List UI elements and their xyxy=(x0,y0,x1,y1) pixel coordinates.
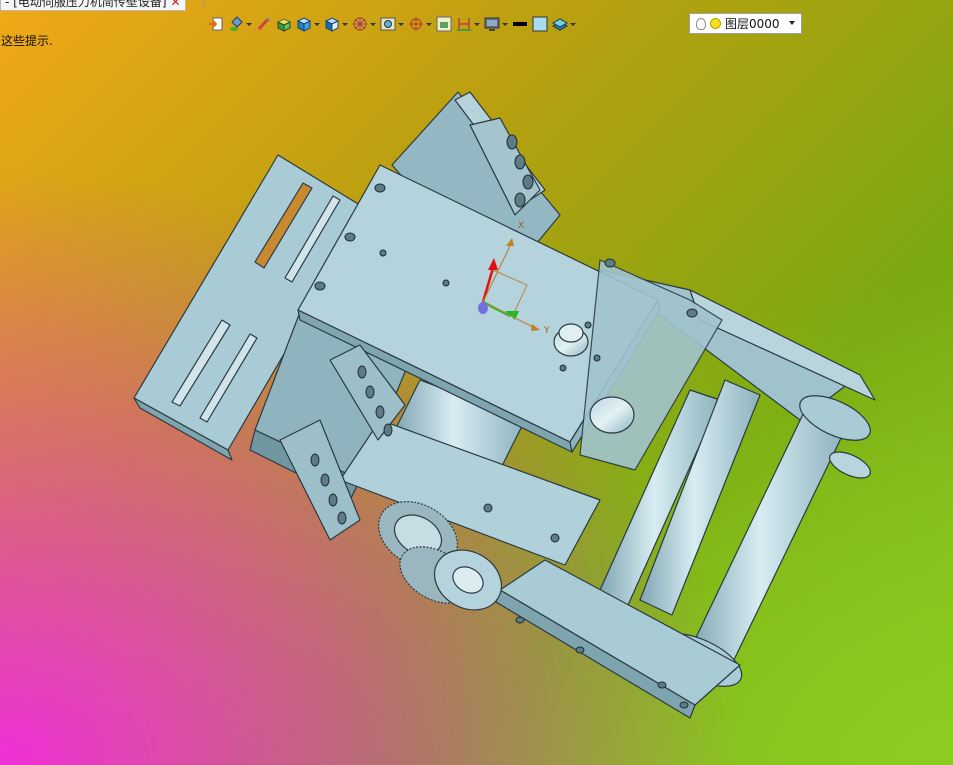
bearing-housing xyxy=(589,396,635,434)
frame-view-icon xyxy=(380,16,396,32)
chevron-down-icon[interactable] xyxy=(474,22,480,26)
cube-icon xyxy=(296,16,312,32)
chevron-down-icon[interactable] xyxy=(502,22,508,26)
wheel-icon xyxy=(352,16,368,32)
chevron-down-icon[interactable] xyxy=(426,22,432,26)
view-toolbar xyxy=(208,13,580,35)
chevron-down-icon[interactable] xyxy=(398,22,404,26)
layers-icon xyxy=(551,16,569,32)
sun-icon[interactable] xyxy=(710,18,721,29)
chevron-down-icon[interactable] xyxy=(789,21,795,25)
tb-wheel[interactable] xyxy=(352,13,376,35)
tb-axis[interactable] xyxy=(408,13,432,35)
tb-measure[interactable] xyxy=(456,13,480,35)
brush-icon xyxy=(256,16,272,32)
tb-import[interactable] xyxy=(208,13,224,35)
tb-solid[interactable] xyxy=(276,13,292,35)
axis-label-x: X xyxy=(518,221,524,231)
tb-paint[interactable] xyxy=(228,13,252,35)
axis-icon xyxy=(408,16,424,32)
import-icon xyxy=(208,16,224,32)
tb-line-style[interactable] xyxy=(512,13,528,35)
paint-bucket-icon xyxy=(228,16,244,32)
color-fill-icon xyxy=(532,16,548,32)
chevron-down-icon[interactable] xyxy=(246,22,252,26)
cube-section-icon xyxy=(324,16,340,32)
chevron-down-icon[interactable] xyxy=(370,22,376,26)
tb-cube-section[interactable] xyxy=(324,13,348,35)
layer-name: 图层0000 xyxy=(725,17,780,31)
tb-frame-view[interactable] xyxy=(380,13,404,35)
tb-brush[interactable] xyxy=(256,13,272,35)
chevron-down-icon[interactable] xyxy=(570,22,576,26)
bulb-icon[interactable] xyxy=(696,17,706,30)
solid-box-icon xyxy=(276,16,292,32)
layer-select[interactable]: 图层0000 xyxy=(689,13,802,34)
chevron-down-icon[interactable] xyxy=(342,22,348,26)
window-icon xyxy=(436,16,452,32)
tb-cube[interactable] xyxy=(296,13,320,35)
line-style-icon xyxy=(512,16,528,32)
tb-color-fill[interactable] xyxy=(532,13,548,35)
measure-icon xyxy=(456,16,472,32)
tb-monitor[interactable] xyxy=(484,13,508,35)
axis-label-y: Y xyxy=(543,326,550,336)
3d-viewport[interactable]: X Y xyxy=(0,0,953,765)
chevron-down-icon[interactable] xyxy=(314,22,320,26)
tb-window[interactable] xyxy=(436,13,452,35)
monitor-icon xyxy=(484,16,500,32)
tb-layers[interactable] xyxy=(551,13,576,35)
